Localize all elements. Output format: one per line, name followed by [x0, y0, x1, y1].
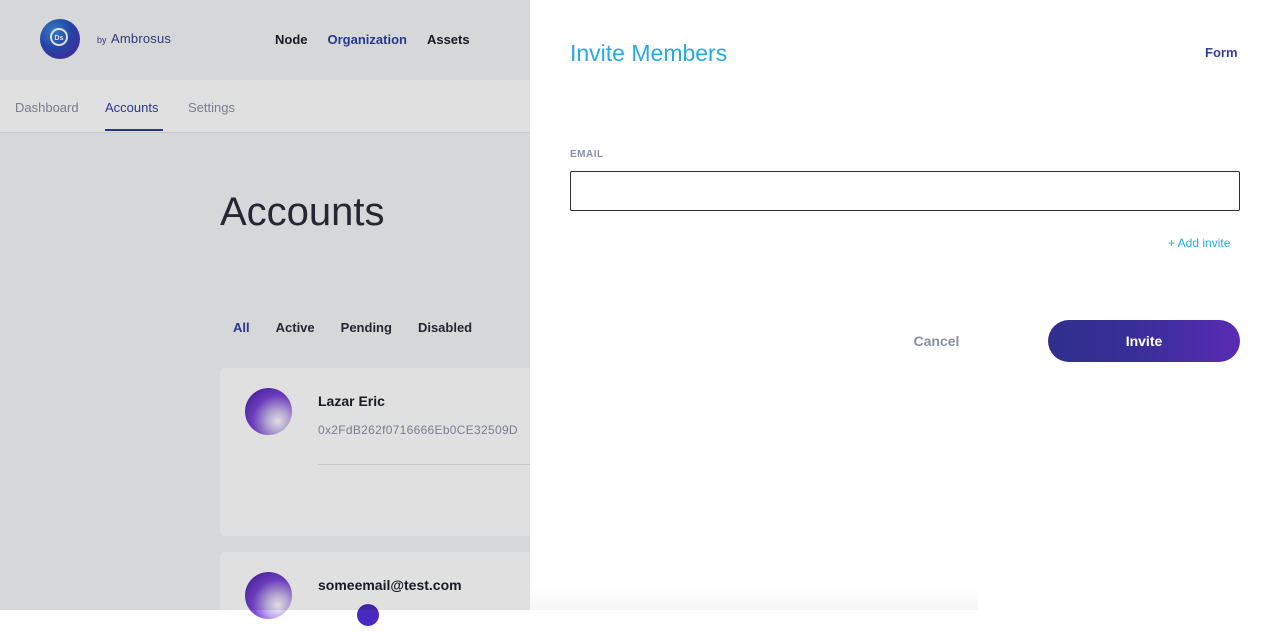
- form-link[interactable]: Form: [1205, 45, 1238, 60]
- invite-button[interactable]: Invite: [1048, 320, 1240, 362]
- add-invite-link[interactable]: + Add invite: [1168, 236, 1230, 250]
- panel-title: Invite Members: [570, 40, 728, 66]
- invite-members-panel: Invite Members Form EMAIL + Add invite C…: [530, 0, 1278, 610]
- email-field[interactable]: [570, 171, 1240, 211]
- panel-bottom-shadow: [530, 585, 978, 610]
- cancel-button[interactable]: Cancel: [895, 322, 978, 360]
- email-label: EMAIL: [570, 149, 604, 160]
